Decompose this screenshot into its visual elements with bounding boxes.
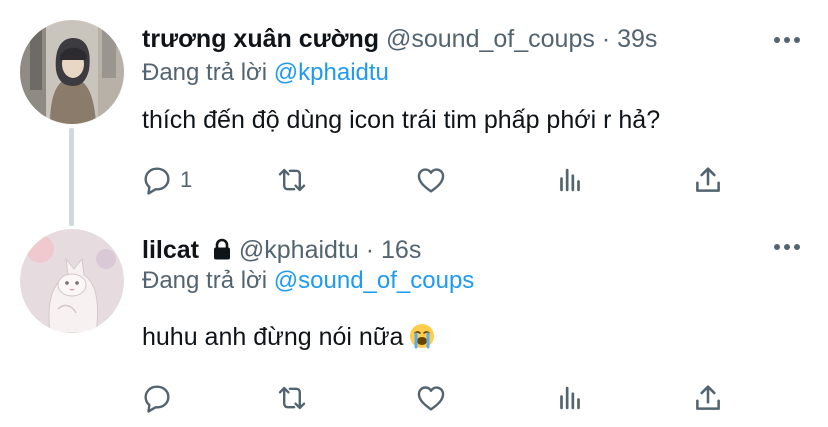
share-icon (696, 167, 720, 192)
author-name[interactable]: lilcat (142, 236, 199, 264)
stats-icon (560, 168, 580, 192)
more-icon[interactable] (770, 30, 804, 50)
tweet[interactable]: trương xuân cường @sound_of_coups · 39s … (0, 0, 828, 226)
tweet-text: huhu anh đừng nói nữa (142, 319, 435, 359)
tweet-header: trương xuân cường @sound_of_coups · 39s (142, 21, 657, 57)
reply-mention-link[interactable]: @kphaidtu (274, 59, 389, 86)
reply-button[interactable]: 1 (140, 160, 192, 200)
like-button[interactable] (414, 378, 448, 418)
author-handle[interactable]: @kphaidtu (239, 236, 359, 264)
author-handle[interactable]: @sound_of_coups (386, 25, 595, 53)
tweet-text: thích đến độ dùng icon trái tim phấp phớ… (142, 106, 661, 134)
retweet-icon (278, 386, 306, 410)
tweet-text-content: huhu anh đừng nói nữa (142, 323, 404, 351)
retweet-button[interactable] (275, 160, 309, 200)
more-icon[interactable] (770, 237, 804, 257)
like-icon (417, 386, 445, 411)
like-icon (417, 168, 445, 193)
timestamp[interactable]: 39s (617, 25, 657, 53)
action-bar: 1 (140, 160, 740, 200)
thread-line (69, 128, 74, 226)
share-button[interactable] (691, 160, 725, 200)
avatar[interactable] (20, 229, 124, 333)
stats-button[interactable] (553, 378, 587, 418)
avatar[interactable] (20, 20, 124, 124)
action-bar (140, 378, 740, 418)
reply-icon (144, 167, 170, 195)
loudly-crying-face-icon (409, 323, 435, 359)
separator-dot: · (365, 236, 375, 264)
like-button[interactable] (414, 160, 448, 200)
reply-count: 1 (180, 167, 193, 192)
timestamp[interactable]: 16s (381, 236, 421, 264)
reply-mention-link[interactable]: @sound_of_coups (274, 267, 475, 294)
stats-button[interactable] (553, 160, 587, 200)
tweet[interactable]: lilcat @kphaidtu · 16s Đang trả lời @sou… (0, 215, 828, 427)
share-icon (696, 385, 720, 410)
replying-to-prefix: Đang trả lời (142, 267, 268, 294)
stats-icon (560, 386, 580, 410)
replying-to-prefix: Đang trả lời (142, 59, 268, 86)
reply-button[interactable] (140, 378, 180, 418)
retweet-button[interactable] (275, 378, 309, 418)
share-button[interactable] (691, 378, 725, 418)
author-name[interactable]: trương xuân cường (142, 25, 379, 53)
replying-to: Đang trả lời @kphaidtu (142, 57, 389, 89)
tweet-header: lilcat @kphaidtu · 16s (142, 232, 421, 268)
retweet-icon (278, 168, 306, 192)
reply-icon (144, 385, 170, 413)
replying-to: Đang trả lời @sound_of_coups (142, 265, 474, 297)
separator-dot: · (601, 25, 611, 53)
